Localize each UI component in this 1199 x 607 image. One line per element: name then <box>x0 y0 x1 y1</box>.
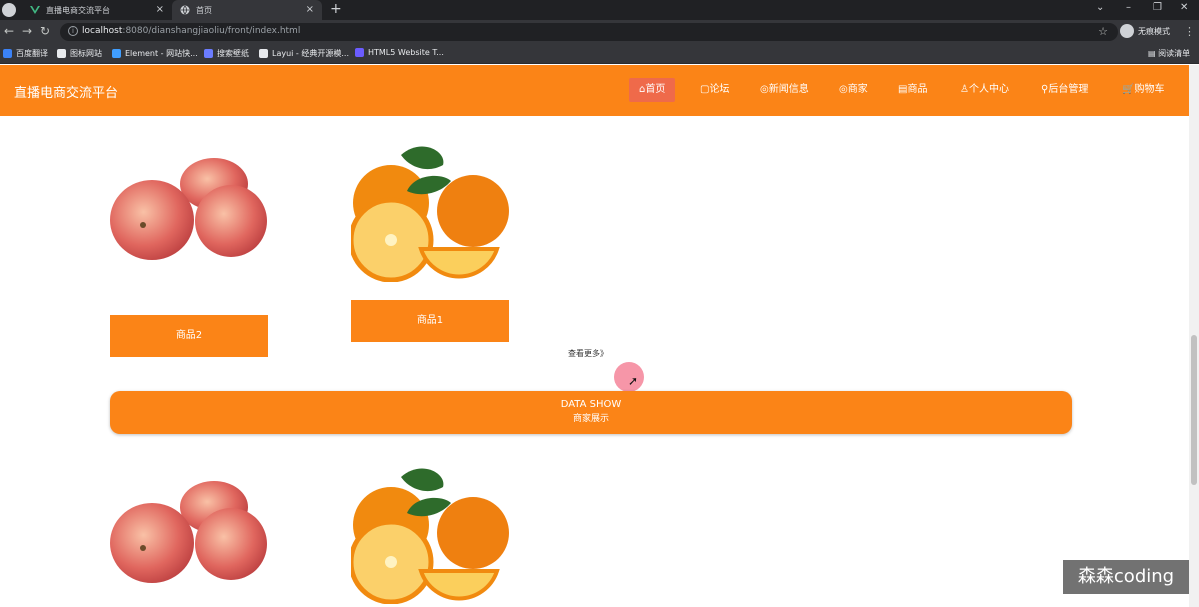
html5-icon <box>355 48 364 57</box>
url-input[interactable]: i localhost:8080/dianshangjiaoliu/front/… <box>60 23 1118 41</box>
product-card[interactable]: 商品1 <box>348 143 509 342</box>
product-card[interactable]: 商品2 <box>110 158 268 357</box>
view-more-link[interactable]: 查看更多》 <box>568 348 608 359</box>
apple-image[interactable] <box>110 158 268 282</box>
orange-image[interactable] <box>348 143 509 283</box>
bookmark-label: 百度翻译 <box>16 49 48 58</box>
new-tab-button[interactable]: + <box>330 1 342 17</box>
data-show-banner: DATA SHOW 商家展示 <box>110 391 1072 434</box>
reading-list[interactable]: ▤ 阅读清单 <box>1148 48 1190 59</box>
bookmark-item[interactable]: 图标网站 <box>57 48 102 59</box>
bookmark-label: Layui - 经典开源模... <box>272 49 349 58</box>
browser-profile-icon[interactable] <box>2 3 16 17</box>
layui-icon <box>259 49 268 58</box>
close-icon[interactable]: × <box>156 4 164 15</box>
site-header: 直播电商交流平台 ⌂首页 ▢论坛 ◎新闻信息 ◎商家 ▤商品 ♙个人中心 ⚲后台… <box>0 65 1199 116</box>
product-card[interactable] <box>110 481 268 605</box>
browser-tab-bar: 直播电商交流平台 × 首页 × + ⌄ – ❐ ✕ <box>0 0 1199 20</box>
address-bar-row: ← → ↻ i localhost:8080/dianshangjiaoliu/… <box>0 20 1199 44</box>
nav-label: 商品 <box>907 84 928 95</box>
nav-label: 新闻信息 <box>768 84 809 95</box>
bookmark-label: 图标网站 <box>70 49 102 58</box>
nav-forum[interactable]: ▢论坛 <box>690 78 739 102</box>
banner-subtitle: 商家展示 <box>572 414 609 424</box>
incognito-indicator[interactable]: 无痕模式 <box>1120 24 1170 38</box>
tab-title: 直播电商交流平台 <box>46 5 110 15</box>
close-window-icon[interactable]: ✕ <box>1180 2 1188 13</box>
incognito-label: 无痕模式 <box>1138 26 1170 36</box>
browser-tab-active[interactable]: 首页 × <box>172 0 322 20</box>
more-menu-icon[interactable]: ⋮ <box>1184 25 1195 38</box>
watermark-overlay: 森森coding <box>1063 560 1189 594</box>
back-icon[interactable]: ← <box>4 24 14 38</box>
forward-icon[interactable]: → <box>22 24 32 38</box>
minimize-icon[interactable]: – <box>1126 2 1131 13</box>
nav-label: 购物车 <box>1134 84 1165 95</box>
product-card[interactable] <box>348 465 509 605</box>
apple-image[interactable] <box>110 481 268 605</box>
nav-label: 论坛 <box>709 84 730 95</box>
site-brand[interactable]: 直播电商交流平台 <box>14 82 118 101</box>
bookmark-item[interactable]: Element - 网站快... <box>112 48 198 59</box>
cursor-arrow-icon: ➚ <box>628 374 639 388</box>
chevron-down-icon[interactable]: ⌄ <box>1096 2 1104 13</box>
vue-icon <box>30 5 40 15</box>
nav-label: 首页 <box>645 84 666 95</box>
reload-icon[interactable]: ↻ <box>40 24 50 38</box>
product-name-button[interactable]: 商品2 <box>110 315 268 357</box>
element-icon <box>112 49 121 58</box>
globe-icon <box>180 5 190 15</box>
reading-list-label: 阅读清单 <box>1158 49 1191 58</box>
incognito-icon <box>1120 24 1134 38</box>
bookmark-item[interactable]: Layui - 经典开源模... <box>259 48 349 59</box>
nav-news[interactable]: ◎新闻信息 <box>750 78 819 102</box>
nav-products[interactable]: ▤商品 <box>888 78 937 102</box>
scrollbar-thumb[interactable] <box>1191 335 1197 485</box>
bookmark-item[interactable]: 搜索壁纸 <box>204 48 249 59</box>
bookmark-label: 搜索壁纸 <box>217 49 249 58</box>
bookmarks-bar: 百度翻译 图标网站 Element - 网站快... 搜索壁纸 Layui - … <box>0 44 1199 64</box>
nav-label: 商家 <box>847 84 868 95</box>
nav-cart[interactable]: 🛒购物车 <box>1112 78 1174 102</box>
nav-merchant[interactable]: ◎商家 <box>829 78 878 102</box>
bookmark-icon <box>204 49 213 58</box>
bookmark-item[interactable]: 百度翻译 <box>3 48 48 59</box>
close-icon[interactable]: × <box>306 4 314 15</box>
bookmark-label: HTML5 Website T... <box>368 48 444 57</box>
bookmark-star-icon[interactable]: ☆ <box>1098 25 1108 38</box>
bookmark-item[interactable]: HTML5 Website T... <box>355 48 444 57</box>
banner-title: DATA SHOW <box>560 399 622 410</box>
tab-title: 首页 <box>196 5 212 15</box>
nav-label: 后台管理 <box>1048 84 1089 95</box>
nav-home[interactable]: ⌂首页 <box>629 78 676 102</box>
nav-admin[interactable]: ⚲后台管理 <box>1031 78 1098 102</box>
info-icon[interactable]: i <box>68 26 78 36</box>
browser-tab[interactable]: 直播电商交流平台 × <box>22 0 172 20</box>
restore-icon[interactable]: ❐ <box>1153 2 1162 13</box>
product-name-button[interactable]: 商品1 <box>351 300 509 342</box>
bookmark-icon <box>57 49 66 58</box>
translate-icon <box>3 49 12 58</box>
page-viewport: 直播电商交流平台 ⌂首页 ▢论坛 ◎新闻信息 ◎商家 ▤商品 ♙个人中心 ⚲后台… <box>0 65 1199 607</box>
url-text: localhost:8080/dianshangjiaoliu/front/in… <box>82 26 301 36</box>
bookmark-label: Element - 网站快... <box>125 49 198 58</box>
nav-label: 个人中心 <box>968 84 1009 95</box>
orange-image[interactable] <box>348 465 509 605</box>
nav-profile[interactable]: ♙个人中心 <box>950 78 1019 102</box>
